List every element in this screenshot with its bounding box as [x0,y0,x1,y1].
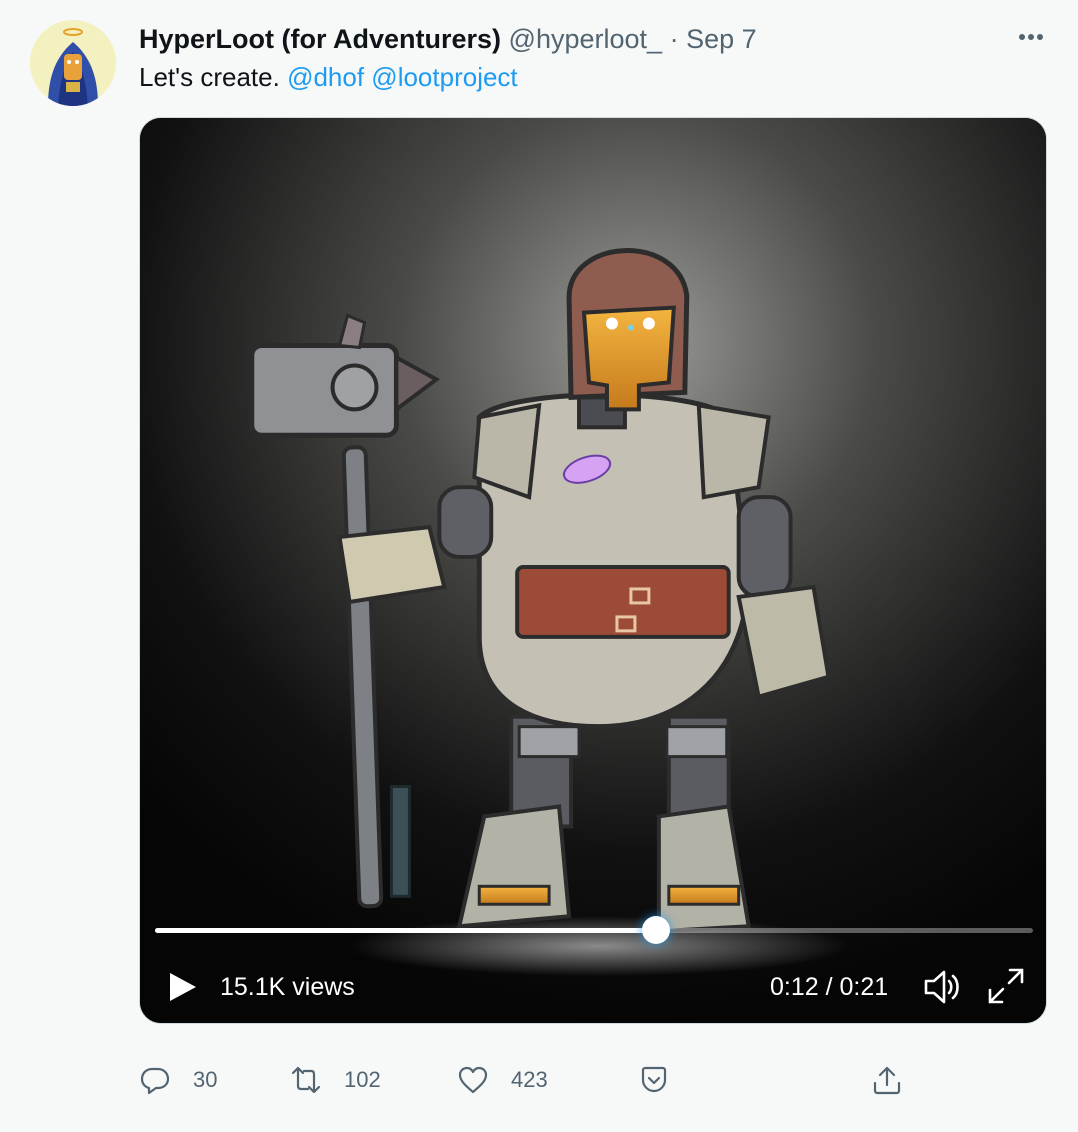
reply-icon [140,1067,170,1095]
save-button[interactable] [638,1058,670,1102]
play-button[interactable] [168,971,198,1003]
like-button[interactable]: 423 [457,1058,548,1102]
separator-dot: · [669,24,679,54]
view-count: 15.1K views [220,973,355,1001]
share-button[interactable] [871,1058,903,1102]
tweet-header: HyperLoot (for Adventurers) @hyperloot_ … [139,22,757,56]
volume-icon [924,970,959,1004]
tweet-text: Let's create. @dhof @lootproject [139,60,518,94]
tweet-actions: 30 102 423 [0,1058,1078,1102]
play-icon [170,973,196,1001]
fullscreen-icon [988,968,1024,1004]
avatar-image [30,20,116,106]
mention-link[interactable]: @lootproject [371,62,517,92]
user-handle[interactable]: @hyperloot_ [509,24,663,54]
retweet-icon [291,1066,321,1094]
tweet: HyperLoot (for Adventurers) @hyperloot_ … [0,0,1078,1132]
save-icon [641,1066,667,1093]
like-count: 423 [511,1067,548,1092]
more-horizontal-icon [1019,34,1043,40]
retweet-button[interactable]: 102 [290,1058,381,1102]
mention-link[interactable]: @dhof [287,62,364,92]
tweet-date[interactable]: Sep 7 [686,24,757,54]
retweet-count: 102 [344,1067,381,1092]
reply-count: 30 [193,1067,218,1092]
video-progress-bar[interactable] [155,916,1033,944]
video-time: 0:12 / 0:21 [770,973,889,1001]
share-icon [873,1066,901,1095]
heart-icon [458,1066,488,1094]
video-progress-fill [155,928,657,933]
display-name[interactable]: HyperLoot (for Adventurers) [139,24,501,54]
avatar[interactable] [30,20,116,106]
more-options-button[interactable] [1010,22,1052,52]
video-player[interactable]: 15.1K views 0:12 / 0:21 [139,117,1047,1024]
volume-button[interactable] [922,968,962,1006]
tweet-text-body: Let's create. [139,62,280,92]
reply-button[interactable]: 30 [139,1058,217,1102]
fullscreen-button[interactable] [986,966,1026,1006]
video-frame-knight [140,118,1046,1023]
